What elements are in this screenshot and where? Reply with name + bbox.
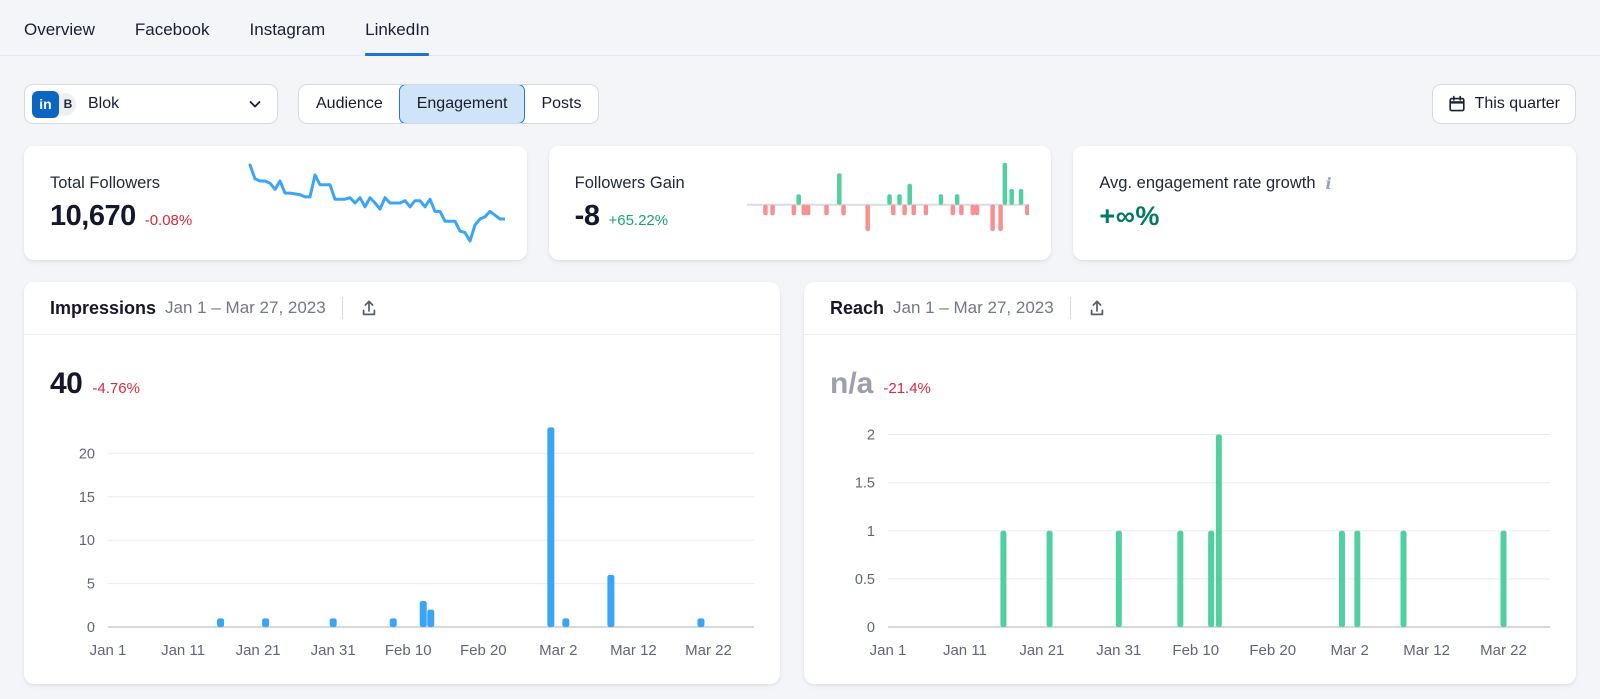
svg-text:1: 1	[867, 524, 875, 540]
account-name: Blok	[88, 95, 247, 113]
svg-text:20: 20	[79, 446, 95, 462]
svg-text:Mar 12: Mar 12	[1403, 642, 1450, 659]
svg-text:10: 10	[79, 533, 95, 549]
svg-text:Jan 31: Jan 31	[311, 642, 356, 659]
impressions-delta: -4.76%	[92, 380, 140, 397]
svg-text:Mar 2: Mar 2	[539, 642, 577, 659]
tab-instagram[interactable]: Instagram	[250, 6, 326, 55]
svg-text:Feb 20: Feb 20	[1249, 642, 1296, 659]
linkedin-icon: in	[32, 91, 59, 118]
reach-card: Reach Jan 1 – Mar 27, 2023 n/a -21.4% 00…	[804, 282, 1576, 684]
reach-bar-chart: 0 0.5 1 1.5 2 Jan 1 Jan 11 Jan 21 Jan 31 Feb 10 Fe…	[830, 415, 1550, 665]
followers-gain-sparkline	[747, 159, 1030, 247]
divider	[342, 297, 343, 319]
svg-text:Feb 10: Feb 10	[385, 642, 432, 659]
followers-trend-sparkline	[246, 161, 505, 245]
svg-text:0: 0	[867, 620, 875, 636]
export-button[interactable]	[357, 296, 381, 320]
date-range-button[interactable]: This quarter	[1432, 84, 1576, 124]
view-segmented-control: Audience Engagement Posts	[298, 84, 599, 124]
followers-gain-value: -8	[575, 200, 600, 233]
svg-text:Jan 21: Jan 21	[236, 642, 281, 659]
svg-text:15: 15	[79, 490, 95, 506]
svg-text:Jan 31: Jan 31	[1096, 642, 1141, 659]
svg-text:Jan 1: Jan 1	[870, 642, 907, 659]
reach-date-range: Jan 1 – Mar 27, 2023	[893, 298, 1054, 318]
svg-text:Mar 22: Mar 22	[1480, 642, 1527, 659]
chevron-down-icon	[247, 96, 263, 112]
total-followers-title: Total Followers	[50, 174, 246, 193]
svg-text:2: 2	[867, 428, 875, 444]
segment-engagement[interactable]: Engagement	[399, 84, 526, 124]
svg-text:Feb 10: Feb 10	[1172, 642, 1219, 659]
reach-delta: -21.4%	[883, 380, 931, 397]
svg-text:1.5: 1.5	[855, 476, 875, 492]
engagement-rate-title: Avg. engagement rate growth	[1099, 174, 1315, 193]
svg-text:Feb 20: Feb 20	[460, 642, 507, 659]
impressions-value: 40	[50, 367, 82, 401]
impressions-date-range: Jan 1 – Mar 27, 2023	[165, 298, 326, 318]
calendar-icon	[1448, 95, 1466, 113]
tab-linkedin[interactable]: LinkedIn	[365, 6, 429, 55]
tab-overview[interactable]: Overview	[24, 6, 95, 55]
impressions-title: Impressions	[50, 298, 156, 319]
svg-text:Mar 22: Mar 22	[685, 642, 732, 659]
export-icon	[1087, 298, 1107, 318]
segment-audience[interactable]: Audience	[299, 85, 400, 123]
segment-posts[interactable]: Posts	[524, 85, 598, 123]
export-icon	[359, 298, 379, 318]
divider	[1070, 297, 1071, 319]
svg-text:5: 5	[87, 577, 95, 593]
total-followers-delta: -0.08%	[145, 212, 193, 229]
total-followers-value: 10,670	[50, 200, 136, 233]
export-button[interactable]	[1085, 296, 1109, 320]
svg-text:0: 0	[87, 620, 95, 636]
channel-tab-bar: Overview Facebook Instagram LinkedIn	[0, 0, 1600, 56]
total-followers-card: Total Followers 10,670 -0.08%	[24, 146, 527, 260]
svg-text:Mar 12: Mar 12	[610, 642, 657, 659]
reach-title: Reach	[830, 298, 884, 319]
svg-text:Jan 1: Jan 1	[90, 642, 127, 659]
impressions-card: Impressions Jan 1 – Mar 27, 2023 40 -4.7…	[24, 282, 780, 684]
svg-text:Jan 21: Jan 21	[1019, 642, 1064, 659]
followers-gain-title: Followers Gain	[575, 174, 747, 193]
svg-text:0.5: 0.5	[855, 572, 875, 588]
impressions-bar-chart: 0 5 10 15 20 Jan 1 Jan 11 Jan 21 Jan 31 Feb 10 Feb…	[50, 415, 754, 665]
chart-cards-row: Impressions Jan 1 – Mar 27, 2023 40 -4.7…	[0, 260, 1600, 684]
info-icon[interactable]: i	[1324, 174, 1334, 193]
controls-row: in B Blok Audience Engagement Posts This…	[0, 56, 1600, 124]
linkedin-analytics-page: Overview Facebook Instagram LinkedIn in …	[0, 0, 1600, 699]
engagement-rate-card: Avg. engagement rate growth i +∞%	[1073, 146, 1576, 260]
date-range-label: This quarter	[1475, 95, 1560, 113]
account-dropdown[interactable]: in B Blok	[24, 84, 278, 124]
svg-text:Jan 11: Jan 11	[161, 642, 205, 659]
stat-cards-row: Total Followers 10,670 -0.08% Followers …	[0, 124, 1600, 260]
followers-gain-card: Followers Gain -8 +65.22%	[549, 146, 1052, 260]
followers-gain-delta: +65.22%	[608, 212, 668, 229]
svg-text:Jan 11: Jan 11	[943, 642, 987, 659]
tab-facebook[interactable]: Facebook	[135, 6, 210, 55]
reach-value: n/a	[830, 367, 873, 401]
svg-text:Mar 2: Mar 2	[1330, 642, 1368, 659]
engagement-rate-value: +∞%	[1099, 201, 1333, 232]
